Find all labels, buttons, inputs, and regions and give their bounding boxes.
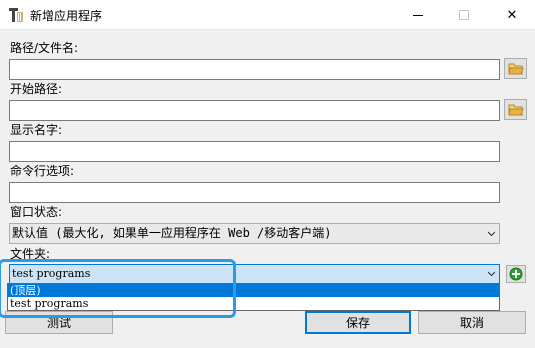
dropdown-option-top-level[interactable]: (顶层) [8, 284, 499, 297]
cancel-button-label: 取消 [459, 316, 484, 330]
dropdown-option-test-programs[interactable]: test programs [8, 297, 499, 310]
save-button[interactable]: 保存 [305, 311, 411, 334]
start-path-input[interactable] [9, 100, 500, 121]
close-button[interactable]: ✕ [489, 0, 535, 30]
chevron-down-icon [488, 271, 495, 277]
display-name-label: 显示名字: [10, 123, 63, 137]
folder-label: 文件夹: [10, 247, 51, 261]
maximize-icon [459, 10, 469, 20]
display-name-input[interactable] [9, 141, 500, 162]
browse-start-path-button[interactable] [504, 99, 527, 120]
window-state-label: 窗口状态: [10, 205, 63, 219]
cmd-options-label: 命令行选项: [10, 164, 75, 178]
add-folder-button[interactable] [506, 265, 526, 283]
start-path-label: 开始路径: [10, 82, 63, 96]
add-icon [509, 267, 523, 281]
path-label: 路径/文件名: [10, 41, 79, 55]
app-icon [8, 6, 24, 24]
path-input[interactable] [9, 59, 500, 80]
close-icon: ✕ [506, 7, 518, 23]
folder-select[interactable]: test programs [9, 264, 500, 284]
folder-dropdown-list: (顶层) test programs [7, 283, 500, 311]
window-title: 新增应用程序 [30, 9, 103, 23]
test-button[interactable]: 测试 [5, 311, 113, 334]
new-application-dialog: 新增应用程序 ✕ 路径/文件名: 开始路径: 显示名字: 命令行选项: 窗口状态… [0, 0, 535, 348]
cancel-button[interactable]: 取消 [418, 311, 526, 334]
maximize-button [441, 0, 487, 30]
folder-value: test programs [12, 267, 91, 280]
browse-path-button[interactable] [504, 58, 527, 79]
folder-icon [507, 63, 524, 75]
title-bar: 新增应用程序 ✕ [0, 0, 535, 30]
minimize-icon [413, 14, 423, 16]
folder-icon [507, 104, 524, 116]
cmd-options-input[interactable] [9, 182, 500, 203]
window-state-select[interactable]: 默认值 (最大化, 如果单一应用程序在 Web /移动客户端) [9, 223, 500, 244]
minimize-button[interactable] [395, 0, 441, 30]
chevron-down-icon [488, 231, 495, 237]
save-button-label: 保存 [345, 316, 370, 330]
window-state-value: 默认值 (最大化, 如果单一应用程序在 Web /移动客户端) [12, 226, 332, 240]
test-button-label: 测试 [46, 316, 71, 330]
